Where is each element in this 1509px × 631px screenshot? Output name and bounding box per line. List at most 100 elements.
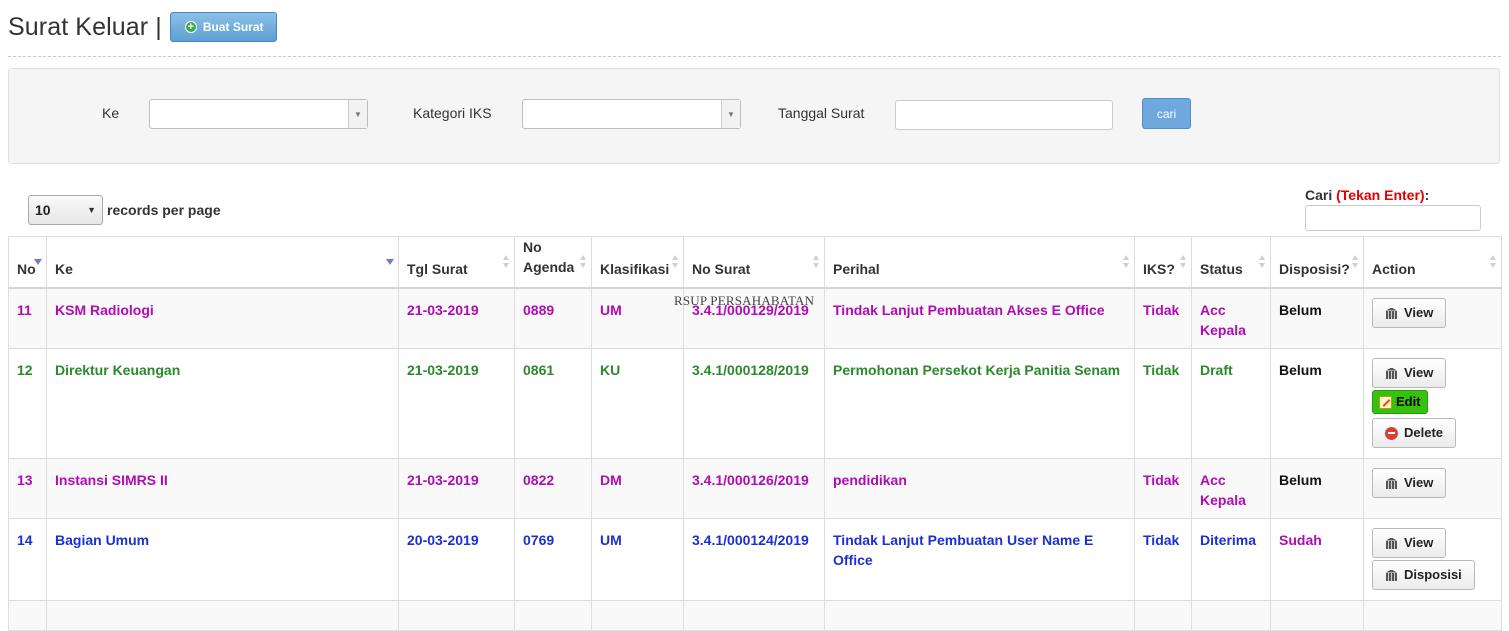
page-header: Surat Keluar | + Buat Surat: [8, 12, 277, 42]
view-button[interactable]: View: [1372, 468, 1447, 498]
cell-agenda: 0769: [514, 518, 592, 601]
search-hint: (Tekan Enter): [1336, 187, 1425, 203]
page-length-label: records per page: [107, 202, 221, 218]
cell-disposisi: Belum: [1270, 287, 1364, 349]
col-header-iks[interactable]: IKS?: [1134, 236, 1192, 289]
col-header-no[interactable]: No: [8, 236, 47, 289]
col-header-disposisi[interactable]: Disposisi?: [1270, 236, 1364, 289]
sort-icon: [1259, 255, 1266, 269]
col-header-ke[interactable]: Ke: [46, 236, 399, 289]
col-header-status[interactable]: Status: [1191, 236, 1271, 289]
cell-iks: Tidak: [1134, 518, 1192, 601]
cell-klasifikasi: UM: [591, 287, 684, 349]
sort-icon: [503, 255, 510, 269]
cell-perihal: pendidikan: [824, 458, 1135, 519]
cell-nosurat: 3.4.1/000124/2019: [683, 518, 825, 601]
chevron-down-icon: ▼: [348, 100, 367, 128]
building-icon: [1385, 308, 1398, 319]
view-button[interactable]: View: [1372, 358, 1447, 388]
cell-ke: Instansi SIMRS II: [46, 458, 399, 519]
cell-nosurat: 3.4.1/000128/2019: [683, 348, 825, 459]
col-header-tgl[interactable]: Tgl Surat: [398, 236, 515, 289]
cell-no: 14: [8, 518, 47, 601]
cell-status: Acc Kepala: [1191, 287, 1271, 349]
search-button[interactable]: cari: [1142, 98, 1191, 129]
cell-action: View: [1363, 458, 1502, 519]
cell-action: View Edit Delete: [1363, 348, 1502, 459]
col-header-action: Action: [1363, 236, 1502, 289]
cell-perihal: Tindak Lanjut Pembuatan User Name E Offi…: [824, 518, 1135, 601]
cell-action: View: [1363, 287, 1502, 349]
pencil-icon: [1379, 395, 1392, 409]
cell-agenda: 0889: [514, 287, 592, 349]
cell-perihal: Tindak Lanjut Pembuatan Akses E Office: [824, 287, 1135, 349]
table-row: 13 Instansi SIMRS II 21-03-2019 0822 DM …: [8, 458, 1502, 519]
cell-status: Diterima: [1191, 518, 1271, 601]
header-divider: [8, 56, 1501, 57]
cell-tgl: 21-03-2019: [398, 287, 515, 349]
sort-icon: [1180, 255, 1187, 269]
cell-agenda: 0861: [514, 348, 592, 459]
cell-tgl: 21-03-2019: [398, 348, 515, 459]
sort-icon: [813, 255, 820, 269]
disposisi-button[interactable]: Disposisi: [1372, 560, 1475, 590]
table-search-input[interactable]: [1305, 205, 1481, 231]
col-header-perihal[interactable]: Perihal: [824, 236, 1135, 289]
create-letter-button[interactable]: + Buat Surat: [169, 12, 277, 42]
filter-tanggal-input[interactable]: [895, 100, 1113, 130]
cell-ke: KSM Radiologi: [46, 287, 399, 349]
sort-icon: [1352, 255, 1359, 269]
view-button[interactable]: View: [1372, 528, 1447, 558]
cell-klasifikasi: UM: [591, 518, 684, 601]
cell-status: Draft: [1191, 348, 1271, 459]
filter-kategori-label: Kategori IKS: [413, 105, 492, 121]
table-search-label: Cari (Tekan Enter):: [1305, 187, 1430, 203]
cell-nosurat: 3.4.1/000126/2019: [683, 458, 825, 519]
sort-icon: [672, 255, 679, 269]
letters-table: No Ke Tgl Surat No Agenda Klasifikasi No…: [8, 236, 1502, 631]
page-length-select[interactable]: 10 ▼: [28, 195, 103, 225]
sort-desc-icon: [34, 259, 42, 265]
filter-ke-label: Ke: [102, 105, 120, 121]
col-header-klasifikasi[interactable]: Klasifikasi: [591, 236, 684, 289]
delete-button[interactable]: Delete: [1372, 418, 1457, 448]
cell-disposisi: Belum: [1270, 458, 1364, 519]
page-title: Surat Keluar |: [8, 12, 162, 41]
create-letter-label: Buat Surat: [202, 20, 264, 34]
col-header-nosurat[interactable]: No Surat: [683, 236, 825, 289]
cell-no: 12: [8, 348, 47, 459]
view-button[interactable]: View: [1372, 298, 1447, 328]
cell-no: 11: [8, 287, 47, 349]
cell-ke: Direktur Keuangan: [46, 348, 399, 459]
table-row: 14 Bagian Umum 20-03-2019 0769 UM 3.4.1/…: [8, 518, 1502, 601]
cell-disposisi: Sudah: [1270, 518, 1364, 601]
cell-iks: Tidak: [1134, 287, 1192, 349]
filter-ke-select[interactable]: ▼: [149, 99, 368, 129]
table-header-row: No Ke Tgl Surat No Agenda Klasifikasi No…: [8, 236, 1502, 289]
edit-button[interactable]: Edit: [1372, 390, 1428, 414]
cell-klasifikasi: KU: [591, 348, 684, 459]
filter-kategori-select[interactable]: ▼: [522, 99, 741, 129]
cell-action: View Disposisi: [1363, 518, 1502, 601]
sort-desc-icon: [386, 259, 394, 265]
cell-status: Acc Kepala: [1191, 458, 1271, 519]
cell-perihal: Permohonan Persekot Kerja Panitia Senam: [824, 348, 1135, 459]
building-icon: [1385, 570, 1398, 581]
table-row: 11 KSM Radiologi 21-03-2019 0889 UM 3.4.…: [8, 287, 1502, 349]
cell-iks: Tidak: [1134, 458, 1192, 519]
filter-tanggal-label: Tanggal Surat: [778, 105, 865, 121]
cell-ke: Bagian Umum: [46, 518, 399, 601]
col-header-agenda[interactable]: No Agenda: [514, 236, 592, 289]
building-icon: [1385, 478, 1398, 489]
cell-klasifikasi: DM: [591, 458, 684, 519]
filter-panel: Ke ▼ Kategori IKS ▼ Tanggal Surat cari: [8, 68, 1500, 164]
cell-nosurat: 3.4.1/000129/2019: [683, 287, 825, 349]
minus-circle-icon: [1385, 426, 1398, 440]
sort-icon: [580, 255, 587, 269]
cell-agenda: 0822: [514, 458, 592, 519]
chevron-down-icon: ▼: [87, 205, 96, 215]
table-row: 12 Direktur Keuangan 21-03-2019 0861 KU …: [8, 348, 1502, 459]
cell-no: 13: [8, 458, 47, 519]
cell-disposisi: Belum: [1270, 348, 1364, 459]
cell-tgl: 21-03-2019: [398, 458, 515, 519]
